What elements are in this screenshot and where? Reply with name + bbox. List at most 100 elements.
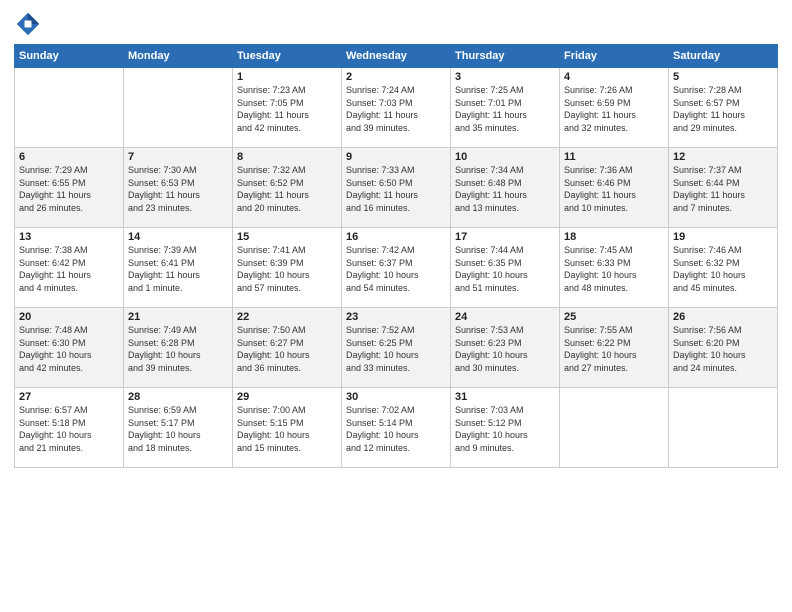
day-detail: Sunrise: 7:00 AM Sunset: 5:15 PM Dayligh…	[237, 404, 337, 454]
day-number: 3	[455, 71, 555, 83]
calendar-cell: 25Sunrise: 7:55 AM Sunset: 6:22 PM Dayli…	[560, 308, 669, 388]
calendar-cell	[669, 388, 778, 468]
day-number: 12	[673, 151, 773, 163]
day-number: 10	[455, 151, 555, 163]
day-detail: Sunrise: 7:23 AM Sunset: 7:05 PM Dayligh…	[237, 84, 337, 134]
calendar-cell: 17Sunrise: 7:44 AM Sunset: 6:35 PM Dayli…	[451, 228, 560, 308]
day-number: 25	[564, 311, 664, 323]
calendar-cell: 24Sunrise: 7:53 AM Sunset: 6:23 PM Dayli…	[451, 308, 560, 388]
day-number: 2	[346, 71, 446, 83]
day-detail: Sunrise: 7:33 AM Sunset: 6:50 PM Dayligh…	[346, 164, 446, 214]
calendar-cell: 11Sunrise: 7:36 AM Sunset: 6:46 PM Dayli…	[560, 148, 669, 228]
calendar-cell: 22Sunrise: 7:50 AM Sunset: 6:27 PM Dayli…	[233, 308, 342, 388]
calendar-cell: 26Sunrise: 7:56 AM Sunset: 6:20 PM Dayli…	[669, 308, 778, 388]
day-number: 31	[455, 391, 555, 403]
calendar-cell: 4Sunrise: 7:26 AM Sunset: 6:59 PM Daylig…	[560, 68, 669, 148]
day-number: 9	[346, 151, 446, 163]
calendar-cell: 15Sunrise: 7:41 AM Sunset: 6:39 PM Dayli…	[233, 228, 342, 308]
day-number: 8	[237, 151, 337, 163]
calendar-cell	[124, 68, 233, 148]
day-number: 13	[19, 231, 119, 243]
calendar-cell: 6Sunrise: 7:29 AM Sunset: 6:55 PM Daylig…	[15, 148, 124, 228]
weekday-header: Tuesday	[233, 45, 342, 68]
calendar-cell: 29Sunrise: 7:00 AM Sunset: 5:15 PM Dayli…	[233, 388, 342, 468]
weekday-header: Friday	[560, 45, 669, 68]
calendar-week-row: 27Sunrise: 6:57 AM Sunset: 5:18 PM Dayli…	[15, 388, 778, 468]
day-detail: Sunrise: 7:55 AM Sunset: 6:22 PM Dayligh…	[564, 324, 664, 374]
day-detail: Sunrise: 7:46 AM Sunset: 6:32 PM Dayligh…	[673, 244, 773, 294]
day-detail: Sunrise: 6:57 AM Sunset: 5:18 PM Dayligh…	[19, 404, 119, 454]
day-detail: Sunrise: 7:37 AM Sunset: 6:44 PM Dayligh…	[673, 164, 773, 214]
calendar-cell: 18Sunrise: 7:45 AM Sunset: 6:33 PM Dayli…	[560, 228, 669, 308]
day-number: 20	[19, 311, 119, 323]
day-number: 26	[673, 311, 773, 323]
calendar-cell: 19Sunrise: 7:46 AM Sunset: 6:32 PM Dayli…	[669, 228, 778, 308]
day-detail: Sunrise: 7:02 AM Sunset: 5:14 PM Dayligh…	[346, 404, 446, 454]
calendar-cell: 2Sunrise: 7:24 AM Sunset: 7:03 PM Daylig…	[342, 68, 451, 148]
day-detail: Sunrise: 7:29 AM Sunset: 6:55 PM Dayligh…	[19, 164, 119, 214]
day-number: 27	[19, 391, 119, 403]
calendar-cell: 1Sunrise: 7:23 AM Sunset: 7:05 PM Daylig…	[233, 68, 342, 148]
day-number: 5	[673, 71, 773, 83]
day-detail: Sunrise: 7:25 AM Sunset: 7:01 PM Dayligh…	[455, 84, 555, 134]
day-number: 7	[128, 151, 228, 163]
calendar-cell	[15, 68, 124, 148]
day-detail: Sunrise: 7:52 AM Sunset: 6:25 PM Dayligh…	[346, 324, 446, 374]
calendar-cell: 13Sunrise: 7:38 AM Sunset: 6:42 PM Dayli…	[15, 228, 124, 308]
calendar-cell: 8Sunrise: 7:32 AM Sunset: 6:52 PM Daylig…	[233, 148, 342, 228]
day-number: 29	[237, 391, 337, 403]
day-number: 6	[19, 151, 119, 163]
weekday-header: Monday	[124, 45, 233, 68]
weekday-header: Thursday	[451, 45, 560, 68]
day-detail: Sunrise: 7:42 AM Sunset: 6:37 PM Dayligh…	[346, 244, 446, 294]
calendar-week-row: 20Sunrise: 7:48 AM Sunset: 6:30 PM Dayli…	[15, 308, 778, 388]
day-detail: Sunrise: 7:56 AM Sunset: 6:20 PM Dayligh…	[673, 324, 773, 374]
calendar-cell: 10Sunrise: 7:34 AM Sunset: 6:48 PM Dayli…	[451, 148, 560, 228]
calendar-cell: 3Sunrise: 7:25 AM Sunset: 7:01 PM Daylig…	[451, 68, 560, 148]
calendar-cell: 27Sunrise: 6:57 AM Sunset: 5:18 PM Dayli…	[15, 388, 124, 468]
day-number: 19	[673, 231, 773, 243]
day-detail: Sunrise: 7:30 AM Sunset: 6:53 PM Dayligh…	[128, 164, 228, 214]
day-number: 24	[455, 311, 555, 323]
day-detail: Sunrise: 7:50 AM Sunset: 6:27 PM Dayligh…	[237, 324, 337, 374]
weekday-header: Wednesday	[342, 45, 451, 68]
calendar-week-row: 1Sunrise: 7:23 AM Sunset: 7:05 PM Daylig…	[15, 68, 778, 148]
day-detail: Sunrise: 7:41 AM Sunset: 6:39 PM Dayligh…	[237, 244, 337, 294]
day-detail: Sunrise: 7:26 AM Sunset: 6:59 PM Dayligh…	[564, 84, 664, 134]
day-detail: Sunrise: 7:44 AM Sunset: 6:35 PM Dayligh…	[455, 244, 555, 294]
calendar-cell: 23Sunrise: 7:52 AM Sunset: 6:25 PM Dayli…	[342, 308, 451, 388]
day-detail: Sunrise: 7:36 AM Sunset: 6:46 PM Dayligh…	[564, 164, 664, 214]
calendar-cell: 7Sunrise: 7:30 AM Sunset: 6:53 PM Daylig…	[124, 148, 233, 228]
day-number: 4	[564, 71, 664, 83]
header	[14, 10, 778, 38]
day-detail: Sunrise: 7:53 AM Sunset: 6:23 PM Dayligh…	[455, 324, 555, 374]
calendar-cell: 28Sunrise: 6:59 AM Sunset: 5:17 PM Dayli…	[124, 388, 233, 468]
calendar-week-row: 6Sunrise: 7:29 AM Sunset: 6:55 PM Daylig…	[15, 148, 778, 228]
day-detail: Sunrise: 7:28 AM Sunset: 6:57 PM Dayligh…	[673, 84, 773, 134]
logo	[14, 10, 46, 38]
day-number: 14	[128, 231, 228, 243]
day-number: 15	[237, 231, 337, 243]
day-number: 17	[455, 231, 555, 243]
header-row: SundayMondayTuesdayWednesdayThursdayFrid…	[15, 45, 778, 68]
day-detail: Sunrise: 7:38 AM Sunset: 6:42 PM Dayligh…	[19, 244, 119, 294]
day-number: 16	[346, 231, 446, 243]
page: SundayMondayTuesdayWednesdayThursdayFrid…	[0, 0, 792, 612]
day-number: 11	[564, 151, 664, 163]
day-detail: Sunrise: 7:24 AM Sunset: 7:03 PM Dayligh…	[346, 84, 446, 134]
calendar-cell: 12Sunrise: 7:37 AM Sunset: 6:44 PM Dayli…	[669, 148, 778, 228]
calendar-cell: 31Sunrise: 7:03 AM Sunset: 5:12 PM Dayli…	[451, 388, 560, 468]
weekday-header: Sunday	[15, 45, 124, 68]
day-detail: Sunrise: 7:45 AM Sunset: 6:33 PM Dayligh…	[564, 244, 664, 294]
calendar-table: SundayMondayTuesdayWednesdayThursdayFrid…	[14, 44, 778, 468]
calendar-cell: 5Sunrise: 7:28 AM Sunset: 6:57 PM Daylig…	[669, 68, 778, 148]
weekday-header: Saturday	[669, 45, 778, 68]
day-detail: Sunrise: 7:48 AM Sunset: 6:30 PM Dayligh…	[19, 324, 119, 374]
calendar-cell: 16Sunrise: 7:42 AM Sunset: 6:37 PM Dayli…	[342, 228, 451, 308]
day-detail: Sunrise: 7:03 AM Sunset: 5:12 PM Dayligh…	[455, 404, 555, 454]
day-number: 22	[237, 311, 337, 323]
day-detail: Sunrise: 7:39 AM Sunset: 6:41 PM Dayligh…	[128, 244, 228, 294]
day-detail: Sunrise: 7:34 AM Sunset: 6:48 PM Dayligh…	[455, 164, 555, 214]
calendar-cell: 30Sunrise: 7:02 AM Sunset: 5:14 PM Dayli…	[342, 388, 451, 468]
day-number: 30	[346, 391, 446, 403]
